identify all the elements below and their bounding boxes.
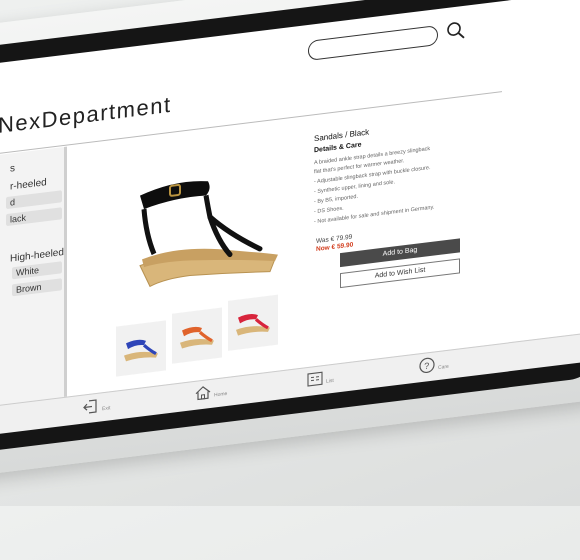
- exit-icon[interactable]: [82, 397, 100, 417]
- search-icon[interactable]: [444, 17, 468, 44]
- list-label: List: [326, 377, 334, 385]
- thumbnail-red[interactable]: [228, 294, 278, 351]
- exit-label: Exit: [102, 405, 111, 413]
- list-icon[interactable]: [306, 369, 324, 389]
- svg-text:?: ?: [424, 361, 429, 372]
- thumbnail-blue[interactable]: [116, 320, 166, 377]
- home-icon[interactable]: [194, 383, 212, 403]
- kiosk-device: NexDepartment s r-heeled d lack High-hee…: [0, 0, 580, 560]
- thumbnail-orange[interactable]: [172, 307, 222, 364]
- sidebar-fragment: s: [10, 162, 15, 175]
- help-icon[interactable]: ?: [418, 355, 436, 375]
